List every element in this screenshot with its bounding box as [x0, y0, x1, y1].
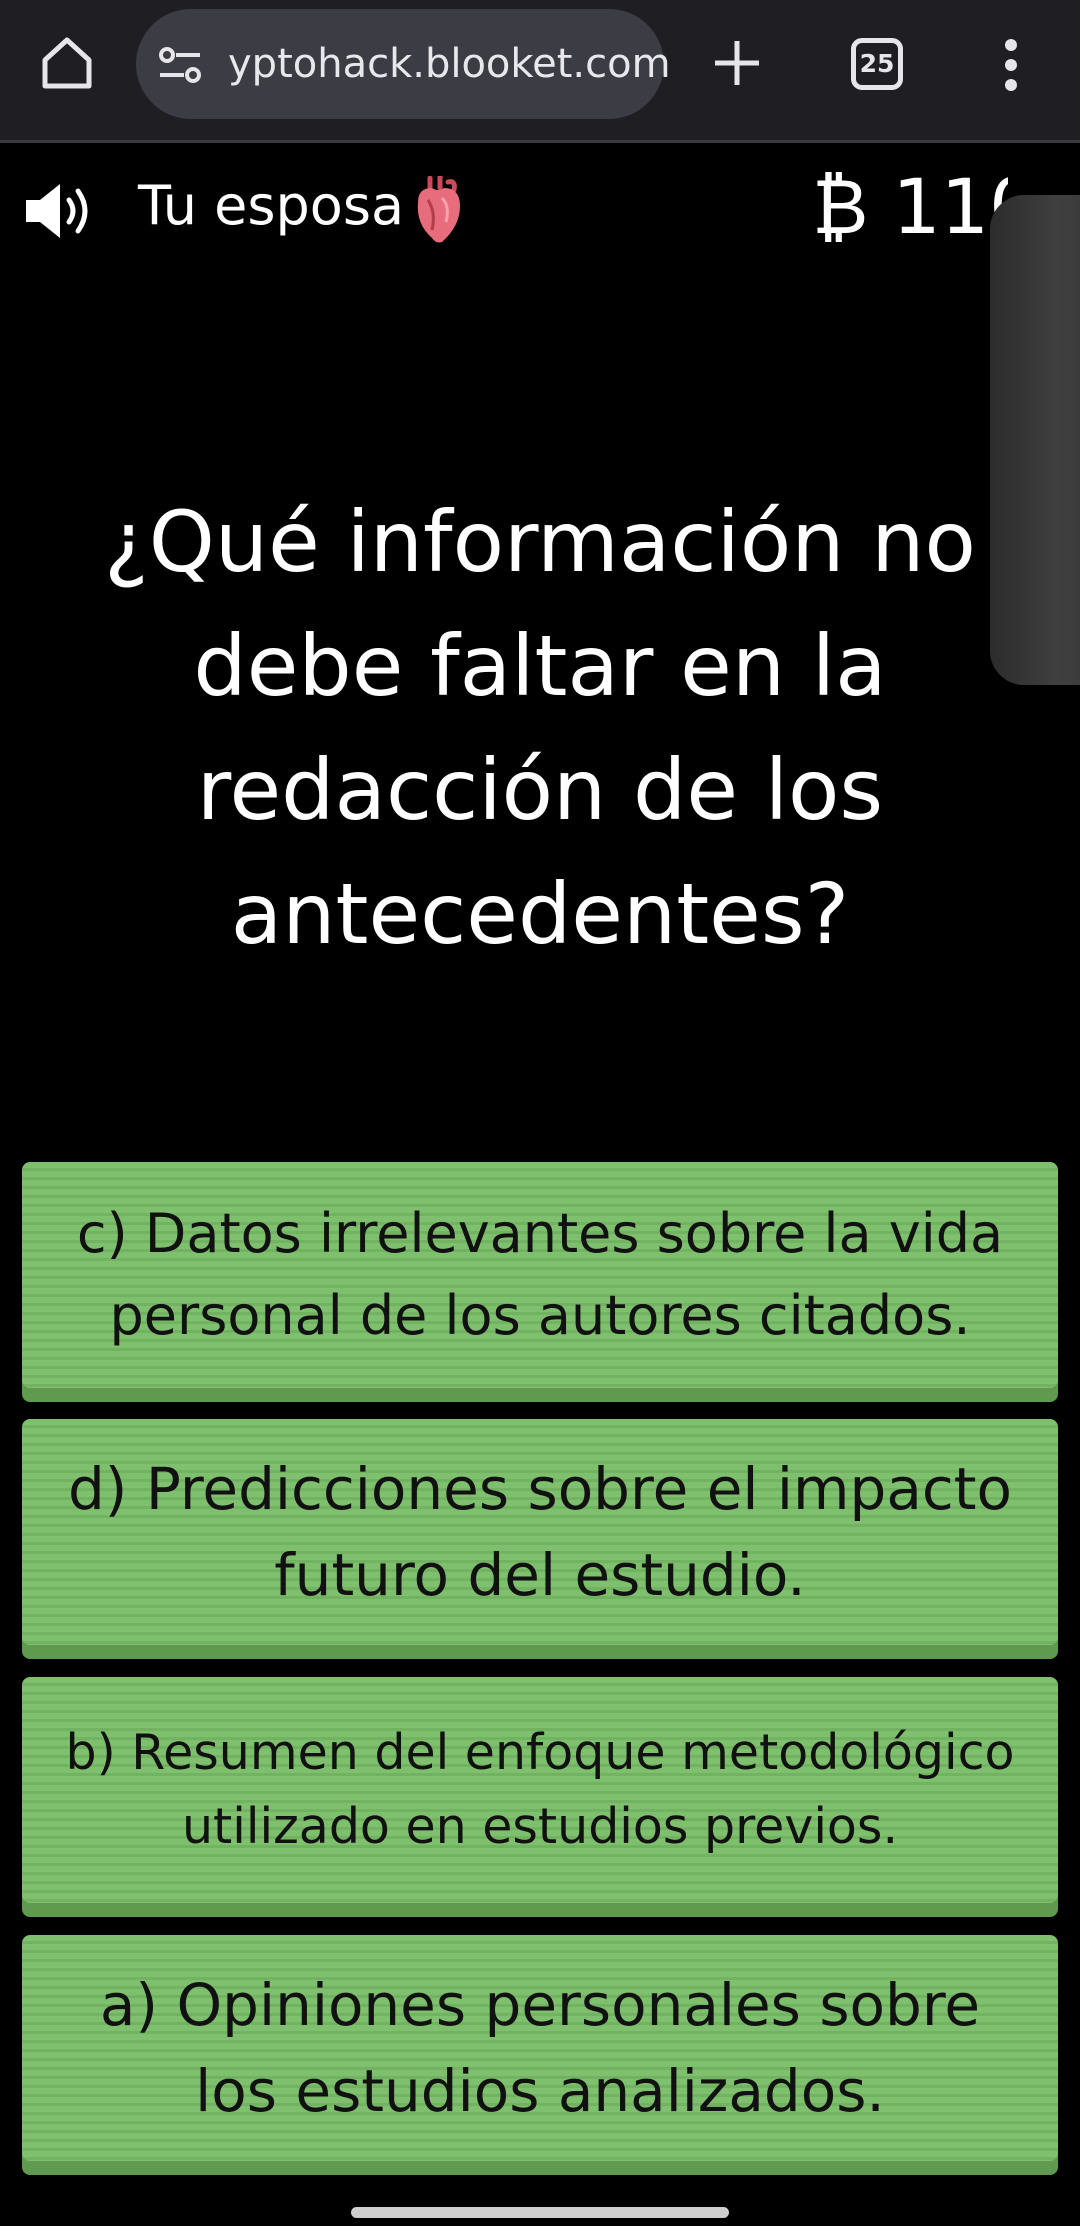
tab-count: 25	[859, 49, 895, 78]
answer-option[interactable]: a) Opiniones personales sobre los estudi…	[22, 1935, 1058, 2175]
player-name: Tu esposa	[138, 174, 405, 237]
plus-icon[interactable]	[712, 38, 762, 88]
gesture-navigation-bar[interactable]	[351, 2207, 729, 2218]
home-icon[interactable]	[38, 34, 96, 92]
tab-switcher-icon[interactable]: 25	[851, 38, 903, 90]
side-panel-handle[interactable]	[990, 195, 1080, 685]
browser-toolbar: yptohack.blooket.com 25	[0, 0, 1080, 143]
question-text: ¿Qué información no debe faltar en la re…	[104, 493, 976, 963]
answer-label: c) Datos irrelevantes sobre la vida pers…	[76, 1202, 1004, 1347]
answer-option[interactable]: c) Datos irrelevantes sobre la vida pers…	[22, 1162, 1058, 1402]
crypto-balance: ₿ 110	[812, 162, 1008, 251]
answer-label: d) Predicciones sobre el impacto futuro …	[67, 1455, 1013, 1609]
answer-label: b) Resumen del enfoque metodológico util…	[65, 1724, 1015, 1855]
answer-option[interactable]: d) Predicciones sobre el impacto futuro …	[22, 1419, 1058, 1659]
more-vert-icon[interactable]	[996, 38, 1026, 92]
url-text[interactable]: yptohack.blooket.com	[228, 41, 671, 87]
answer-label: a) Opiniones personales sobre los estudi…	[99, 1971, 981, 2125]
address-bar[interactable]: yptohack.blooket.com	[136, 9, 671, 119]
speaker-icon[interactable]	[24, 178, 104, 244]
site-settings-icon[interactable]	[158, 45, 202, 85]
answer-option[interactable]: b) Resumen del enfoque metodológico util…	[22, 1677, 1058, 1917]
anatomical-heart-icon	[408, 173, 468, 246]
